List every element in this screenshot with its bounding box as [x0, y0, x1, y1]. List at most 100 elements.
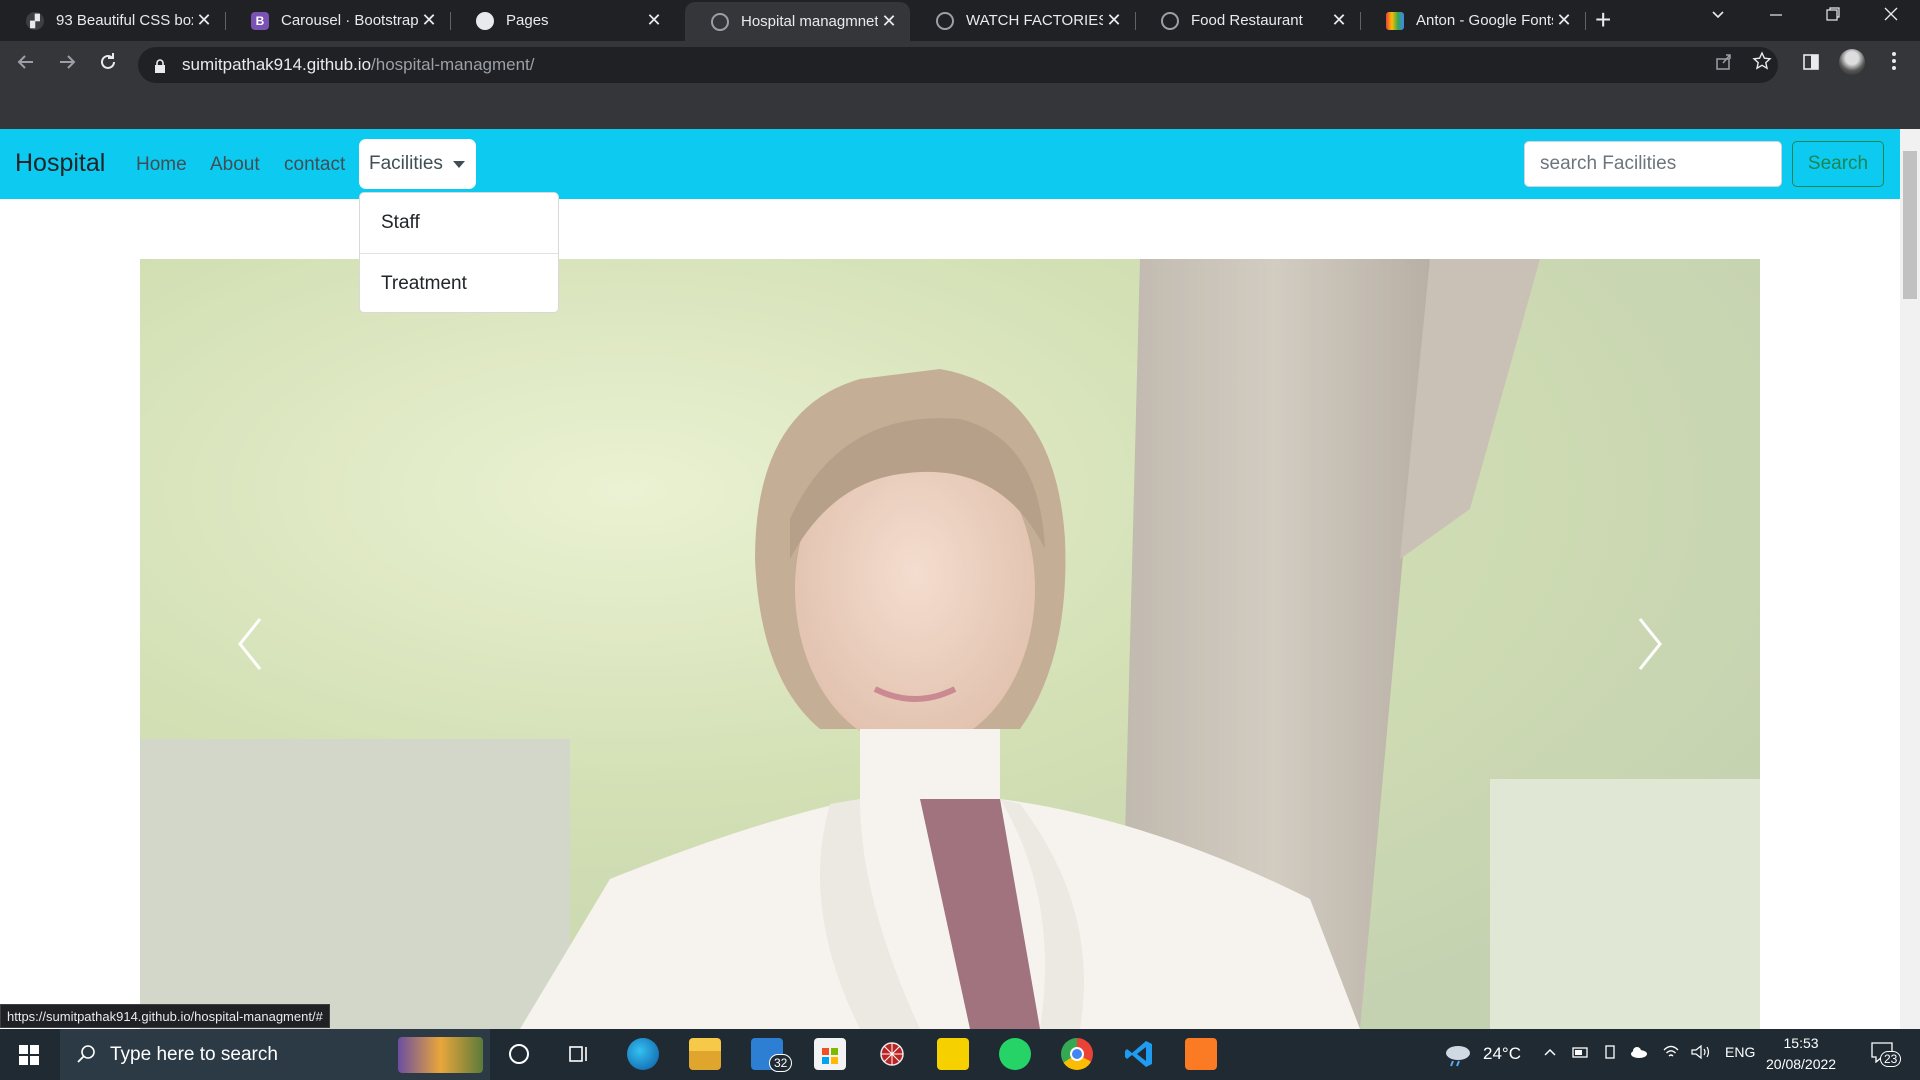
tab-anton-google-fonts[interactable]: Anton - Google Fonts ✕: [1360, 0, 1585, 41]
notifications-icon[interactable]: 23: [1870, 1041, 1902, 1067]
onedrive-cloud-icon[interactable]: [1629, 1044, 1649, 1064]
dropdown-item-treatment[interactable]: Treatment: [360, 254, 558, 314]
weather-temp[interactable]: 24°C: [1483, 1044, 1521, 1064]
xampp-icon[interactable]: [1185, 1038, 1217, 1070]
tab-close-icon[interactable]: ✕: [193, 10, 215, 31]
nav-home[interactable]: Home: [136, 154, 187, 176]
bookmark-star-icon[interactable]: [1748, 51, 1776, 77]
facilities-dropdown-button[interactable]: Facilities: [359, 139, 476, 189]
nav-contact[interactable]: contact: [284, 154, 345, 176]
device-icon[interactable]: [1602, 1044, 1618, 1064]
tab-close-icon[interactable]: ✕: [1553, 10, 1575, 31]
back-icon[interactable]: [12, 51, 40, 79]
facilities-dropdown-menu: Staff Treatment: [359, 192, 559, 313]
url-path: /hospital-managment/: [371, 55, 535, 74]
dropdown-item-staff[interactable]: Staff: [360, 193, 558, 253]
spider-app-icon[interactable]: [876, 1038, 908, 1070]
tab-divider: [1585, 12, 1586, 30]
search-button[interactable]: Search: [1792, 141, 1884, 187]
task-view-icon[interactable]: [563, 1038, 595, 1070]
tab-close-icon[interactable]: ✕: [418, 10, 440, 31]
microsoft-store-icon[interactable]: [814, 1038, 846, 1070]
bookmarks-bar: [0, 89, 1920, 129]
clock-date: 20/08/2022: [1766, 1056, 1837, 1072]
side-panel-icon[interactable]: [1797, 51, 1825, 77]
bootstrap-icon: B: [251, 11, 269, 30]
cortana-icon[interactable]: [503, 1038, 535, 1070]
tab-hospital-active[interactable]: Hospital managmnet ✕: [685, 2, 910, 41]
reload-icon[interactable]: [94, 51, 122, 79]
tab-close-icon[interactable]: ✕: [878, 11, 900, 32]
url-host: sumitpathak914.github.io: [182, 55, 372, 74]
lock-icon[interactable]: [154, 59, 166, 73]
volume-icon[interactable]: [1690, 1044, 1712, 1064]
facilities-label: Facilities: [369, 153, 443, 174]
windows-taskbar: Type here to search 32 24°C ENG 15:53 20…: [0, 1029, 1920, 1080]
notifications-count: 23: [1880, 1051, 1902, 1067]
status-bar-url: https://sumitpathak914.github.io/hospita…: [0, 1004, 330, 1028]
github-icon: [476, 11, 494, 30]
chrome-center-icon: [1070, 1047, 1084, 1061]
tab-pages[interactable]: Pages ✕: [450, 0, 675, 41]
url-text: sumitpathak914.github.io/hospital-managm…: [182, 55, 535, 75]
address-bar[interactable]: sumitpathak914.github.io/hospital-managm…: [138, 47, 1778, 83]
profile-avatar[interactable]: [1839, 49, 1867, 75]
menu-dots-icon[interactable]: [1880, 51, 1908, 77]
tab-close-icon[interactable]: ✕: [1103, 10, 1125, 31]
globe-icon: [936, 11, 954, 30]
clock-time: 15:53: [1783, 1035, 1819, 1051]
language-indicator[interactable]: ENG: [1725, 1044, 1755, 1060]
tab-title: Pages: [506, 12, 549, 29]
tab-watch-factories[interactable]: WATCH FACTORIES ✕: [910, 0, 1135, 41]
restore-icon[interactable]: [1825, 6, 1841, 27]
doctor-photo: [140, 259, 1760, 1029]
file-explorer-icon[interactable]: [689, 1038, 721, 1070]
share-icon[interactable]: [1710, 51, 1738, 77]
caret-down-icon: [452, 160, 465, 168]
web-page: Hospital Home About contact Facilities S…: [0, 129, 1900, 1029]
search-input[interactable]: [1524, 141, 1782, 187]
taskbar-search-box[interactable]: Type here to search: [60, 1029, 490, 1080]
close-window-icon[interactable]: [1883, 6, 1899, 27]
globe-icon: [711, 12, 729, 31]
globe-icon: [1161, 11, 1179, 30]
show-hidden-icons-chevron-icon[interactable]: [1542, 1044, 1558, 1064]
brand-logo[interactable]: Hospital: [15, 149, 105, 178]
battery-icon[interactable]: [1572, 1044, 1590, 1064]
mail-badge: 32: [769, 1054, 793, 1072]
scrollbar-thumb[interactable]: [1903, 151, 1917, 299]
taskbar-clock[interactable]: 15:53 20/08/2022: [1766, 1033, 1836, 1075]
tab-css-box[interactable]: ▞ 93 Beautiful CSS box- ✕: [0, 0, 225, 41]
windows-start-icon[interactable]: [19, 1045, 39, 1065]
tab-carousel-bootstrap[interactable]: B Carousel · Bootstrap v ✕: [225, 0, 450, 41]
wifi-icon[interactable]: [1662, 1044, 1680, 1064]
mail-icon[interactable]: 32: [751, 1038, 793, 1072]
favicon-icon: ▞: [26, 11, 44, 30]
edge-icon[interactable]: [627, 1038, 659, 1070]
tab-title: Carousel · Bootstrap v: [281, 12, 418, 29]
google-fonts-icon: [1386, 11, 1404, 30]
nav-about[interactable]: About: [210, 154, 260, 176]
vscode-icon[interactable]: [1123, 1038, 1155, 1070]
tab-close-icon[interactable]: ✕: [1328, 10, 1350, 31]
sticky-notes-icon[interactable]: [937, 1038, 969, 1070]
search-highlight-icon: [398, 1037, 483, 1073]
forward-icon[interactable]: [53, 51, 81, 79]
tab-food-restaurant[interactable]: Food Restaurant ✕: [1135, 0, 1360, 41]
tab-title: Hospital managmnet: [741, 13, 878, 30]
whatsapp-icon[interactable]: [999, 1038, 1031, 1070]
tab-search-chevron-icon[interactable]: [1710, 6, 1726, 27]
tab-title: Food Restaurant: [1191, 12, 1303, 29]
browser-tab-strip: ▞ 93 Beautiful CSS box- ✕ B Carousel · B…: [0, 0, 1920, 41]
tab-title: Anton - Google Fonts: [1416, 12, 1553, 29]
weather-icon[interactable]: [1443, 1041, 1473, 1071]
page-scrollbar[interactable]: [1900, 129, 1920, 1029]
new-tab-button[interactable]: +: [1595, 4, 1611, 36]
carousel-slide: [140, 259, 1760, 1029]
chrome-icon[interactable]: [1061, 1038, 1093, 1070]
minimize-icon[interactable]: [1768, 6, 1784, 27]
tab-title: WATCH FACTORIES: [966, 12, 1103, 29]
search-icon: [76, 1044, 96, 1069]
site-navbar: Hospital Home About contact Facilities S…: [0, 129, 1900, 199]
tab-close-icon[interactable]: ✕: [643, 10, 665, 31]
